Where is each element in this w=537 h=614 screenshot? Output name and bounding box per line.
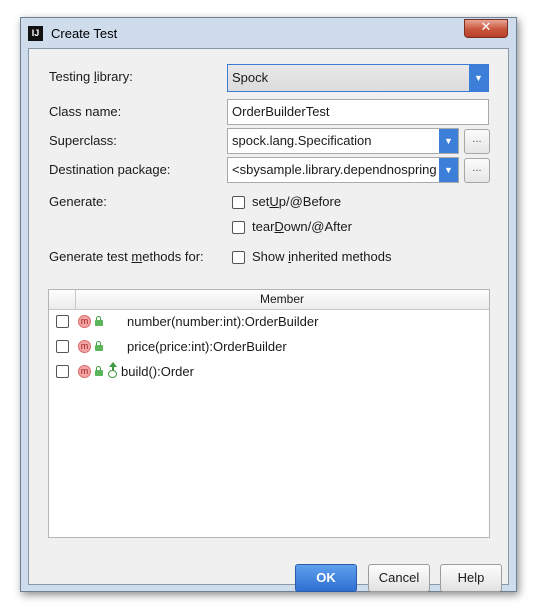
superclass-label: Superclass: xyxy=(49,133,117,148)
row-checkbox[interactable] xyxy=(56,365,69,378)
lock-icon xyxy=(95,316,104,326)
superclass-combo[interactable]: spock.lang.Specification ▼ xyxy=(227,128,459,154)
setup-label[interactable]: setUp/@Before xyxy=(252,194,341,209)
generate-label: Generate: xyxy=(49,194,107,209)
testing-library-dropdown[interactable]: Spock ▼ xyxy=(227,64,489,92)
method-icon: m xyxy=(78,315,91,328)
table-header: Member xyxy=(49,290,489,310)
intellij-app-icon: IJ xyxy=(28,26,43,41)
row-checkbox[interactable] xyxy=(56,315,69,328)
table-row[interactable]: m price(price:int):OrderBuilder xyxy=(49,334,489,359)
ok-button[interactable]: OK xyxy=(295,564,357,592)
class-name-input[interactable]: OrderBuilderTest xyxy=(227,99,489,125)
help-button[interactable]: Help xyxy=(440,564,502,592)
members-table[interactable]: Member m number(number:int):OrderBuilder… xyxy=(48,289,490,538)
destination-package-label: Destination package: xyxy=(49,162,171,177)
cancel-button[interactable]: Cancel xyxy=(368,564,430,592)
class-name-label: Class name: xyxy=(49,104,122,119)
create-test-dialog: IJ Create Test ✕ Testing library: Spock … xyxy=(20,17,517,592)
member-column-header[interactable]: Member xyxy=(75,290,489,309)
method-icon: m xyxy=(78,340,91,353)
testing-library-value: Spock xyxy=(232,70,269,85)
override-icon xyxy=(108,362,117,378)
lock-icon xyxy=(95,366,104,376)
destination-package-combo[interactable]: <sbysample.library.dependnospring ▼ xyxy=(227,157,459,183)
superclass-value: spock.lang.Specification xyxy=(232,133,372,148)
dialog-title: Create Test xyxy=(51,26,118,41)
member-name: price(price:int):OrderBuilder xyxy=(127,339,287,354)
row-checkbox[interactable] xyxy=(56,340,69,353)
chevron-down-icon[interactable]: ▼ xyxy=(439,129,458,153)
member-name: number(number:int):OrderBuilder xyxy=(127,314,319,329)
setup-checkbox[interactable] xyxy=(232,196,245,209)
member-name: build():Order xyxy=(121,364,194,379)
testing-library-label: Testing library: xyxy=(49,69,133,84)
close-button[interactable]: ✕ xyxy=(464,19,508,38)
teardown-checkbox[interactable] xyxy=(232,221,245,234)
show-inherited-checkbox[interactable] xyxy=(232,251,245,264)
method-icon: m xyxy=(78,365,91,378)
table-row[interactable]: m build():Order xyxy=(49,359,489,384)
lock-icon xyxy=(95,341,104,351)
table-row[interactable]: m number(number:int):OrderBuilder xyxy=(49,309,489,334)
destination-package-browse-button[interactable]: ... xyxy=(464,158,490,183)
superclass-browse-button[interactable]: ... xyxy=(464,129,490,154)
generate-methods-label: Generate test methods for: xyxy=(49,249,204,264)
show-inherited-label[interactable]: Show inherited methods xyxy=(252,249,391,264)
chevron-down-icon[interactable]: ▼ xyxy=(439,158,458,182)
teardown-label[interactable]: tearDown/@After xyxy=(252,219,352,234)
destination-package-value: <sbysample.library.dependnospring xyxy=(232,162,437,177)
chevron-down-icon[interactable]: ▼ xyxy=(469,65,488,91)
dialog-content: Testing library: Spock ▼ Class name: Ord… xyxy=(28,48,509,592)
title-bar[interactable]: IJ Create Test ✕ xyxy=(21,18,516,48)
